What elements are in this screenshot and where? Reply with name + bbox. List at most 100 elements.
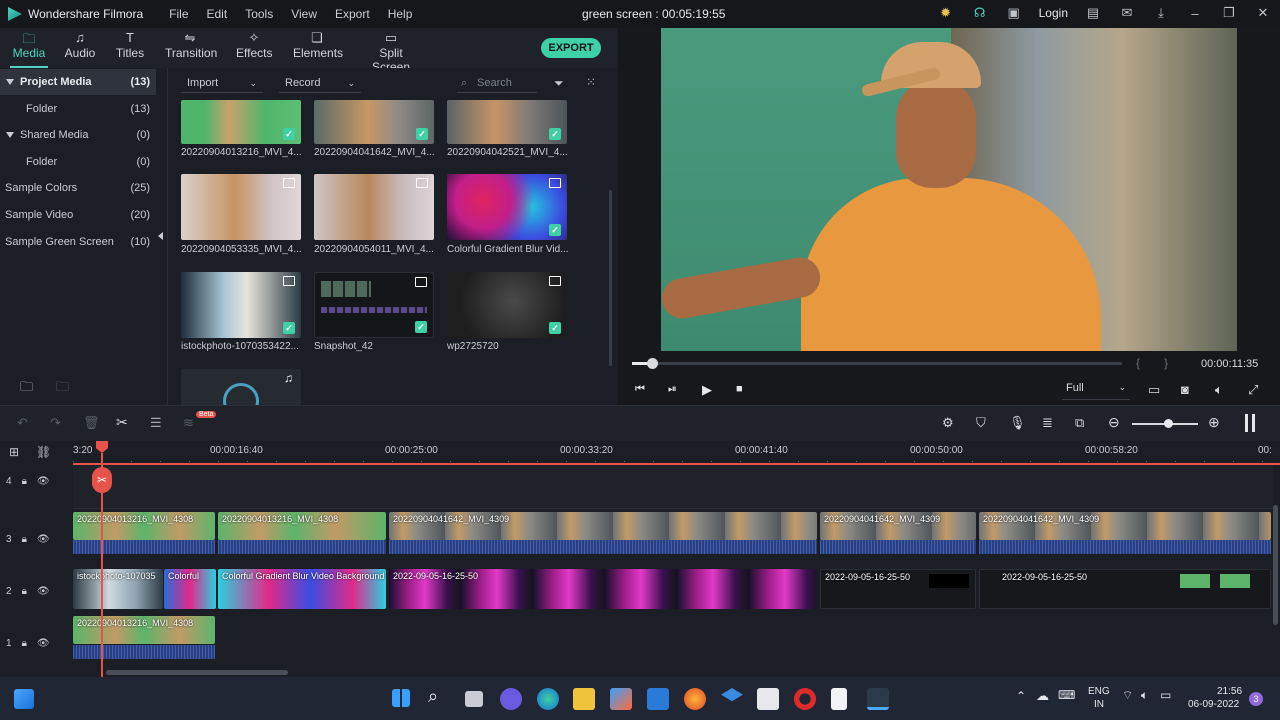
zoom-out-icon[interactable]: ⊖ bbox=[1108, 414, 1120, 431]
zoom-in-icon[interactable]: ⊕ bbox=[1208, 414, 1220, 431]
export-button[interactable]: EXPORT bbox=[541, 38, 601, 58]
lock-icon[interactable]: 🔒︎ bbox=[22, 586, 27, 597]
media-scrollbar[interactable] bbox=[609, 190, 612, 366]
menu-tools[interactable]: Tools bbox=[245, 7, 273, 21]
preview-progress-handle[interactable] bbox=[647, 358, 658, 369]
eye-icon[interactable]: 👁︎ bbox=[37, 638, 50, 649]
minimize-icon[interactable]: – bbox=[1186, 4, 1204, 22]
media-thumbnail[interactable] bbox=[181, 174, 301, 240]
video-clip[interactable]: Colorful Gradient Blur Video Background bbox=[218, 569, 386, 609]
timeline-ruler[interactable]: ⊞ ⛓ 3:20 00:00:16:40 00:00:25:00 00:00:3… bbox=[0, 441, 1280, 465]
media-thumbnail[interactable]: ✓ bbox=[447, 100, 567, 144]
video-clip[interactable]: Colorful bbox=[164, 569, 216, 609]
media-thumbnail[interactable]: ✓ bbox=[314, 100, 434, 144]
video-clip[interactable]: 20220904013216_MVI_4308 bbox=[218, 512, 386, 540]
dropbox-icon[interactable] bbox=[721, 688, 743, 702]
tab-transition[interactable]: ⇋ Transition bbox=[165, 30, 217, 60]
video-clip[interactable]: 2022-09-05-16-25-50 bbox=[389, 569, 817, 609]
tab-titles[interactable]: T Titles bbox=[114, 30, 146, 60]
audio-waveform[interactable] bbox=[73, 540, 215, 554]
mark-in-icon[interactable]: { bbox=[1136, 356, 1140, 370]
clock-time[interactable]: 21:56 bbox=[1217, 686, 1242, 697]
audio-waveform[interactable] bbox=[820, 540, 976, 554]
scissors-icon[interactable]: ✂ bbox=[116, 414, 128, 431]
play-icon[interactable]: ▶ bbox=[702, 382, 712, 398]
sidebar-item-sample-green-screen[interactable]: Sample Green Screen (10) bbox=[0, 229, 156, 255]
audio-waveform[interactable] bbox=[979, 540, 1271, 554]
mixer-icon[interactable]: ≣ bbox=[1042, 415, 1053, 431]
store-icon[interactable] bbox=[610, 688, 632, 710]
bulb-icon[interactable]: ✹ bbox=[937, 4, 955, 22]
tab-media[interactable]: 🗀 Media bbox=[12, 30, 46, 60]
audio-waveform[interactable] bbox=[218, 540, 386, 554]
media-thumbnail[interactable]: ✓ bbox=[181, 272, 301, 338]
filmora-taskbar-icon[interactable] bbox=[867, 688, 889, 710]
headset-icon[interactable]: ☊ bbox=[971, 4, 989, 22]
mail-icon[interactable]: ✉ bbox=[1118, 4, 1136, 22]
video-clip[interactable]: 20220904041642_MVI_4309 bbox=[820, 512, 976, 540]
delete-icon[interactable]: 🗑︎ bbox=[83, 415, 100, 431]
microphone-icon[interactable]: 🎙︎ bbox=[1009, 415, 1026, 431]
tab-effects[interactable]: ✧ Effects bbox=[236, 30, 272, 60]
sidebar-item-project-media[interactable]: Project Media (13) bbox=[0, 69, 156, 95]
link-icon[interactable]: ⛓ bbox=[36, 445, 51, 459]
add-track-icon[interactable]: ⊞ bbox=[9, 445, 19, 459]
video-clip[interactable]: 20220904013216_MVI_4308 bbox=[73, 616, 215, 644]
sidebar-item-shared-folder[interactable]: Folder (0) bbox=[0, 149, 156, 175]
firefox-icon[interactable] bbox=[684, 688, 706, 710]
sidebar-item-sample-video[interactable]: Sample Video (20) bbox=[0, 202, 156, 228]
file-explorer-icon[interactable] bbox=[573, 688, 595, 710]
display-icon[interactable]: ▭ bbox=[1148, 382, 1160, 398]
chevron-up-icon[interactable]: ⌃ bbox=[1016, 689, 1026, 703]
opera-icon[interactable] bbox=[794, 688, 816, 710]
battery-icon[interactable]: ▭ bbox=[1160, 688, 1171, 702]
eye-icon[interactable]: 👁︎ bbox=[37, 534, 50, 545]
media-thumbnail[interactable]: ✓ bbox=[181, 100, 301, 144]
sidebar-item-shared-media[interactable]: Shared Media (0) bbox=[0, 122, 156, 148]
video-clip[interactable]: 20220904041642_MVI_4309 bbox=[979, 512, 1271, 540]
keyboard-icon[interactable]: ⌨ bbox=[1058, 688, 1075, 702]
collapse-sidebar-icon[interactable] bbox=[158, 232, 163, 240]
snapshot-camera-icon[interactable]: ◙ bbox=[1181, 382, 1189, 397]
widgets-icon[interactable] bbox=[14, 689, 34, 709]
search-input[interactable]: ⌕ Search bbox=[457, 73, 537, 93]
language-indicator[interactable]: ENG bbox=[1088, 686, 1110, 697]
pause-bar-icon[interactable] bbox=[1245, 414, 1248, 432]
eye-icon[interactable]: 👁︎ bbox=[37, 586, 50, 597]
menu-file[interactable]: File bbox=[169, 7, 188, 21]
import-dropdown[interactable]: Import ⌄ bbox=[181, 73, 263, 93]
media-thumbnail[interactable] bbox=[314, 174, 434, 240]
new-folder-icon[interactable]: 🗀 bbox=[20, 378, 33, 400]
media-thumbnail[interactable]: ♫ bbox=[181, 369, 301, 405]
stop-icon[interactable]: ■ bbox=[736, 383, 743, 395]
audio-waveform[interactable] bbox=[389, 540, 817, 554]
menu-edit[interactable]: Edit bbox=[207, 7, 228, 21]
image-clip[interactable]: 2022-09-05-16-25-50 bbox=[820, 569, 976, 609]
tab-audio[interactable]: ♫ Audio bbox=[64, 30, 96, 60]
login-link[interactable]: Login bbox=[1039, 6, 1068, 20]
speaker-icon[interactable]: 🔈︎ bbox=[1141, 688, 1148, 703]
edge-browser-icon[interactable] bbox=[537, 688, 559, 710]
tab-elements[interactable]: ❏ Elements bbox=[293, 30, 343, 60]
close-icon[interactable]: ✕ bbox=[1254, 4, 1272, 22]
volume-icon[interactable]: 🔈︎ bbox=[1215, 382, 1223, 398]
sidebar-item-sample-colors[interactable]: Sample Colors (25) bbox=[0, 175, 156, 201]
windows-start-icon[interactable] bbox=[392, 689, 410, 707]
redo-icon[interactable]: ↷ bbox=[50, 415, 61, 431]
sidebar-item-folder[interactable]: Folder (13) bbox=[0, 96, 156, 122]
gift-icon[interactable]: ▣ bbox=[1005, 4, 1023, 22]
chat-icon[interactable] bbox=[500, 688, 522, 710]
media-thumbnail[interactable]: ✓ bbox=[447, 272, 567, 338]
wifi-icon[interactable]: ⌔ bbox=[1122, 688, 1133, 703]
media-thumbnail[interactable]: ✓ bbox=[314, 272, 434, 338]
mail-icon[interactable] bbox=[647, 688, 669, 710]
zoom-slider-handle[interactable] bbox=[1164, 419, 1173, 428]
record-dropdown[interactable]: Record ⌄ bbox=[279, 73, 361, 93]
image-clip[interactable]: istockphoto-107035 bbox=[73, 569, 163, 609]
lock-icon[interactable]: 🔒︎ bbox=[22, 476, 27, 487]
lock-icon[interactable]: 🔒︎ bbox=[22, 534, 27, 545]
step-forward-icon[interactable]: ⏯ bbox=[668, 383, 677, 396]
undo-icon[interactable]: ↶ bbox=[17, 415, 28, 431]
notification-badge[interactable]: 3 bbox=[1249, 692, 1263, 706]
menu-export[interactable]: Export bbox=[335, 7, 370, 21]
